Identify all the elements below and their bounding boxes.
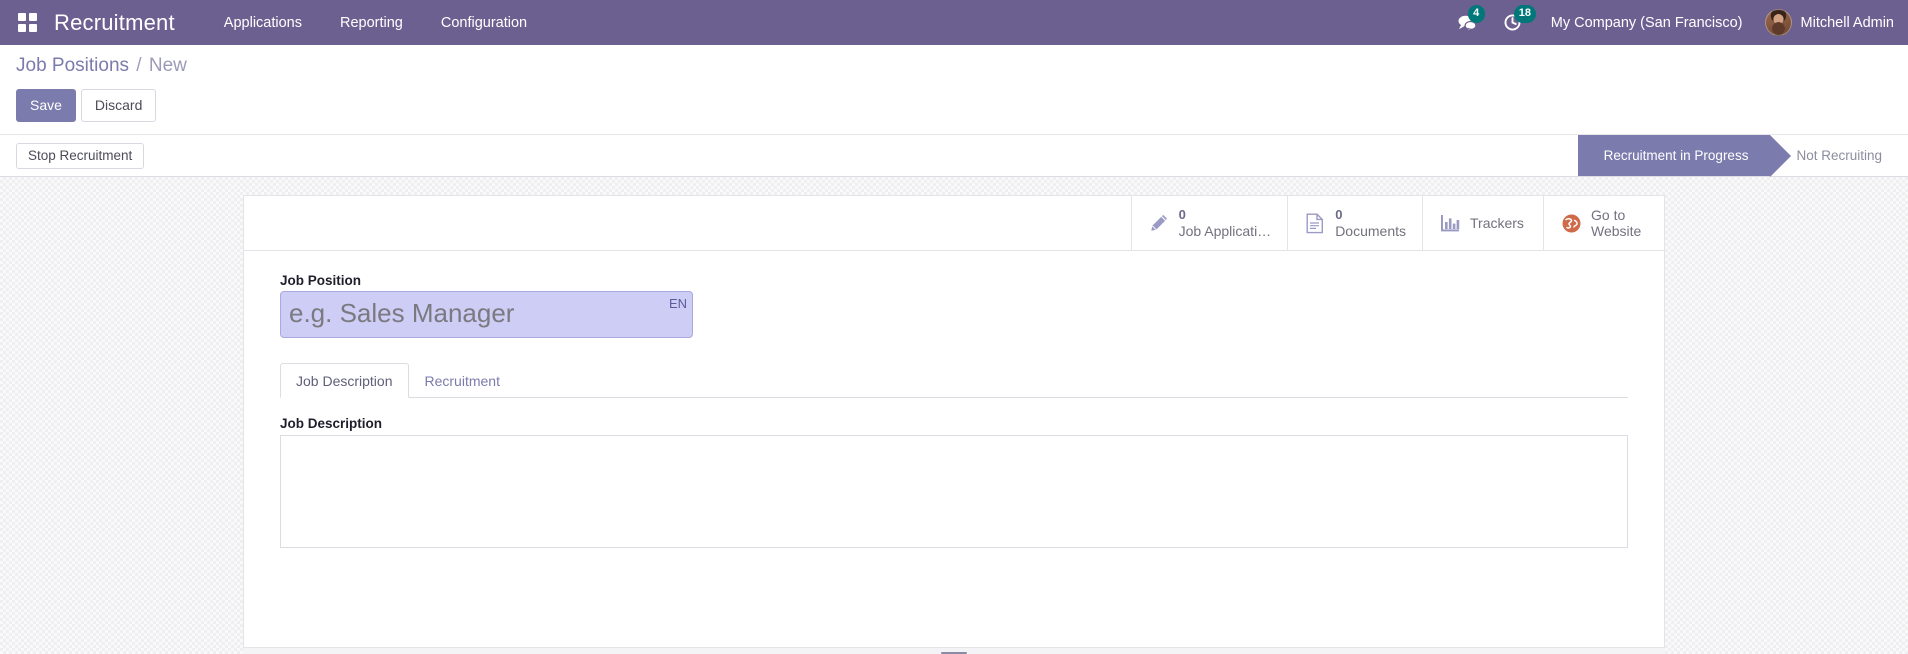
go-to-website-label-line1: Go to — [1591, 206, 1626, 223]
breadcrumb-separator: / — [136, 55, 142, 76]
clock-activity-icon[interactable]: 18 — [1490, 0, 1536, 45]
user-menu[interactable]: Mitchell Admin — [1759, 9, 1894, 36]
job-description-label: Job Description — [280, 416, 383, 432]
job-position-label: Job Position — [280, 273, 361, 289]
resize-handle[interactable] — [941, 650, 967, 654]
app-brand-recruitment[interactable]: Recruitment — [54, 10, 175, 36]
form-sheet-body: Job Position EN Job Description Recruitm… — [244, 251, 1664, 549]
documents-label: Documents — [1335, 222, 1406, 239]
record-action-buttons: Save Discard — [16, 81, 1892, 134]
job-applications-label: Job Applicati… — [1178, 222, 1272, 239]
menu-item-configuration[interactable]: Configuration — [422, 0, 546, 45]
stop-recruitment-button[interactable]: Stop Recruitment — [16, 142, 145, 169]
company-switcher[interactable]: My Company (San Francisco) — [1535, 15, 1759, 31]
trackers-label: Trackers — [1470, 215, 1524, 232]
main-menu: Applications Reporting Configuration — [205, 0, 546, 45]
smart-button-text: 0 Documents — [1335, 207, 1406, 239]
job-position-input[interactable] — [280, 291, 693, 339]
stage-pipeline: Recruitment in Progress Not Recruiting — [1577, 135, 1908, 178]
discard-button[interactable]: Discard — [80, 89, 157, 123]
bar-chart-icon — [1439, 214, 1461, 233]
user-name-label: Mitchell Admin — [1800, 14, 1894, 31]
job-applications-count: 0 — [1178, 207, 1186, 223]
notebook: Job Description Recruitment Job Descript… — [280, 363, 1628, 549]
breadcrumb-current-new: New — [148, 55, 187, 76]
save-button[interactable]: Save — [16, 89, 76, 123]
notebook-tabs: Job Description Recruitment — [280, 363, 1628, 399]
form-view-background: 0 Job Applicati… 0 Documents Trackers Go… — [0, 177, 1908, 654]
activities-count-badge: 18 — [1513, 5, 1536, 23]
smart-button-text: 0 Job Applicati… — [1179, 207, 1272, 239]
chat-bubbles-icon[interactable]: 4 — [1444, 0, 1490, 45]
smart-button-documents[interactable]: 0 Documents — [1287, 196, 1422, 251]
statusbar-row: Stop Recruitment Recruitment in Progress… — [0, 135, 1908, 178]
menu-item-applications[interactable]: Applications — [205, 0, 321, 45]
tab-recruitment[interactable]: Recruitment — [409, 363, 516, 398]
smart-button-go-to-website[interactable]: Go to Website — [1543, 196, 1664, 251]
breadcrumb-job-positions[interactable]: Job Positions — [16, 55, 129, 76]
navbar-right-section: 4 18 My Company (San Francisco) Mitchell… — [1444, 0, 1894, 45]
sheet-bottom-bar — [243, 647, 1665, 654]
apps-grid-icon[interactable] — [10, 6, 44, 40]
pencil-icon — [1148, 213, 1170, 233]
apps-grid-glyph — [17, 13, 37, 32]
smart-button-trackers[interactable]: Trackers — [1422, 196, 1543, 251]
smart-button-text: Trackers — [1470, 215, 1524, 232]
job-position-field-wrap: EN — [280, 291, 693, 339]
document-icon — [1304, 213, 1326, 234]
tab-pane-job-description: Job Description — [280, 398, 1628, 549]
tab-job-description[interactable]: Job Description — [280, 363, 409, 399]
control-panel: Job Positions / New Save Discard — [0, 45, 1908, 136]
breadcrumb: Job Positions / New — [16, 55, 1892, 81]
documents-count: 0 — [1335, 207, 1343, 223]
job-description-editor[interactable] — [280, 435, 1628, 549]
user-avatar — [1764, 9, 1792, 36]
smart-button-box: 0 Job Applicati… 0 Documents Trackers Go… — [244, 196, 1664, 252]
smart-button-job-applications[interactable]: 0 Job Applicati… — [1130, 196, 1288, 251]
form-sheet: 0 Job Applicati… 0 Documents Trackers Go… — [243, 195, 1665, 654]
top-navbar: Recruitment Applications Reporting Confi… — [0, 0, 1908, 45]
statusbar-left-buttons: Stop Recruitment — [0, 135, 145, 176]
globe-icon — [1560, 213, 1582, 234]
messages-count-badge: 4 — [1467, 5, 1485, 23]
smart-button-text: Go to Website — [1591, 207, 1641, 240]
stage-recruitment-in-progress[interactable]: Recruitment in Progress — [1577, 135, 1792, 178]
go-to-website-label-line2: Website — [1591, 223, 1642, 240]
menu-item-reporting[interactable]: Reporting — [321, 0, 422, 45]
